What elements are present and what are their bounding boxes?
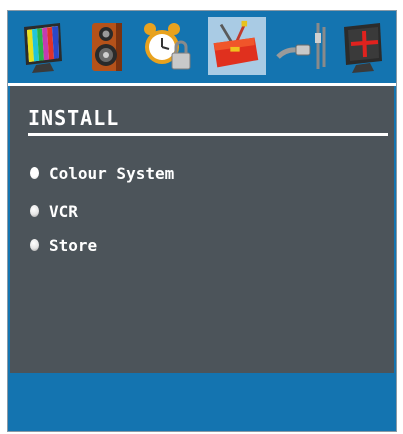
menu-title: INSTALL — [28, 106, 120, 130]
timer-lock-icon[interactable] — [140, 17, 194, 75]
picture-icon[interactable] — [16, 17, 70, 75]
title-underline — [28, 133, 388, 136]
menu-item-label: Store — [49, 235, 98, 255]
info-footer — [10, 373, 394, 431]
menu-item-store[interactable]: Store — [30, 233, 97, 257]
menu-item-vcr[interactable]: VCR — [30, 199, 78, 223]
menu-icon-bar — [8, 11, 396, 83]
bullet-icon — [30, 205, 39, 217]
feature-cross-icon[interactable] — [336, 17, 390, 75]
install-menu-panel: INSTALL Colour System VCR Store — [10, 86, 394, 373]
source-cable-icon[interactable] — [274, 17, 328, 75]
menu-item-label: VCR — [49, 201, 78, 221]
menu-item-colour-system[interactable]: Colour System — [30, 161, 174, 185]
bullet-icon — [30, 239, 39, 251]
menu-item-label: Colour System — [49, 163, 175, 183]
install-toolbox-icon[interactable] — [208, 17, 266, 75]
osd-window: INSTALL Colour System VCR Store — [7, 10, 397, 432]
sound-icon[interactable] — [78, 17, 132, 75]
bullet-icon — [30, 167, 39, 179]
